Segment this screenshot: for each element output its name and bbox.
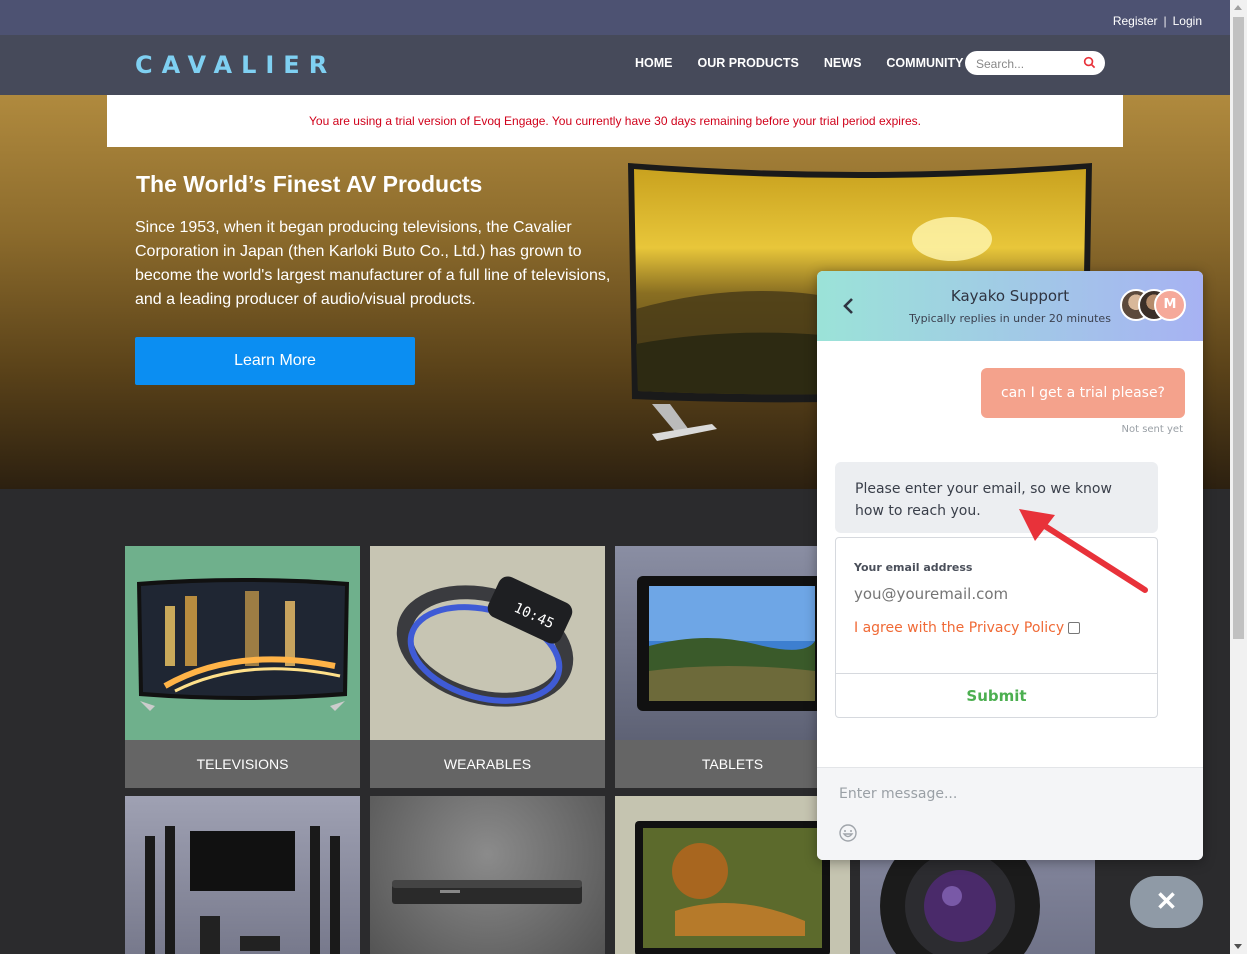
register-link[interactable]: Register bbox=[1113, 14, 1158, 28]
submit-button[interactable]: Submit bbox=[836, 674, 1157, 718]
annotation-arrow-icon bbox=[1019, 509, 1148, 593]
close-chat-button[interactable]: ✕ bbox=[1130, 876, 1203, 928]
home-theater-image bbox=[125, 796, 360, 954]
user-message-bubble: can I get a trial please? bbox=[980, 368, 1185, 418]
learn-more-button[interactable]: Learn More bbox=[135, 337, 415, 385]
privacy-consent: I agree with the Privacy Policy bbox=[854, 620, 1081, 636]
televisions-image bbox=[125, 546, 360, 740]
main-nav: HOME OUR PRODUCTS NEWS COMMUNITY bbox=[635, 56, 988, 70]
login-link[interactable]: Login bbox=[1173, 14, 1202, 28]
hero-title: The World’s Finest AV Products bbox=[136, 171, 483, 197]
emoji-icon[interactable] bbox=[838, 823, 858, 843]
message-input[interactable]: Enter message... bbox=[839, 786, 957, 802]
product-tile-monitors[interactable] bbox=[615, 796, 850, 954]
scroll-down-icon[interactable] bbox=[1234, 944, 1242, 949]
nav-community[interactable]: COMMUNITY bbox=[886, 56, 963, 70]
tablets-image bbox=[615, 546, 850, 740]
product-tile-media-player[interactable] bbox=[370, 796, 605, 954]
nav-news[interactable]: NEWS bbox=[824, 56, 862, 70]
product-tile-tablets[interactable]: TABLETS bbox=[615, 546, 850, 788]
site-header: CAVALIER HOME OUR PRODUCTS NEWS COMMUNIT… bbox=[0, 35, 1230, 95]
monitors-image bbox=[615, 796, 850, 954]
top-utility-bar: Register | Login bbox=[0, 0, 1230, 35]
site-logo[interactable]: CAVALIER bbox=[135, 51, 336, 79]
trial-notice: You are using a trial version of Evoq En… bbox=[107, 95, 1123, 147]
product-tile-home-theater[interactable] bbox=[125, 796, 360, 954]
message-status: Not sent yet bbox=[1121, 424, 1184, 435]
message-composer: Enter message... bbox=[817, 767, 1203, 860]
product-tile-televisions[interactable]: TELEVISIONS bbox=[125, 546, 360, 788]
agent-avatars: M bbox=[1120, 289, 1190, 323]
hero-description: Since 1953, when it began producing tele… bbox=[135, 219, 611, 308]
divider: | bbox=[1163, 14, 1167, 28]
wearables-label: WEARABLES bbox=[370, 740, 605, 788]
privacy-policy-text[interactable]: I agree with the Privacy Policy bbox=[854, 620, 1064, 636]
avatar: M bbox=[1154, 289, 1186, 321]
product-tile-wearables[interactable]: 10:45 WEARABLES bbox=[370, 546, 605, 788]
scrollbar-thumb[interactable] bbox=[1233, 17, 1244, 639]
chat-header: Kayako Support Typically replies in unde… bbox=[817, 271, 1203, 341]
wearables-image: 10:45 bbox=[370, 546, 605, 740]
search-icon[interactable] bbox=[1083, 56, 1096, 69]
nav-home[interactable]: HOME bbox=[635, 56, 673, 70]
media-player-image bbox=[370, 796, 605, 954]
scroll-up-icon[interactable] bbox=[1234, 5, 1242, 10]
auth-links: Register | Login bbox=[1113, 14, 1202, 28]
close-icon: ✕ bbox=[1155, 886, 1178, 916]
privacy-checkbox[interactable] bbox=[1068, 622, 1081, 634]
search-placeholder: Search... bbox=[976, 57, 1025, 71]
email-label: Your email address bbox=[854, 561, 973, 574]
televisions-label: TELEVISIONS bbox=[125, 740, 360, 788]
search-input[interactable]: Search... bbox=[965, 51, 1105, 75]
page-scrollbar[interactable] bbox=[1230, 0, 1247, 954]
nav-our-products[interactable]: OUR PRODUCTS bbox=[698, 56, 799, 70]
tablets-label: TABLETS bbox=[615, 740, 850, 788]
